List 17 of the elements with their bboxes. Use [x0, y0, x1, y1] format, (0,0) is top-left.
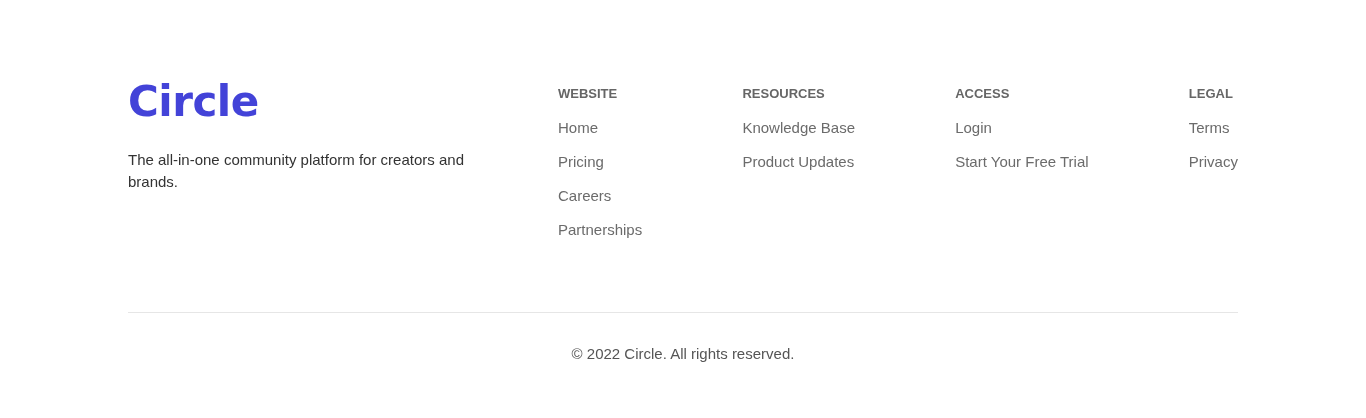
footer-link[interactable]: Product Updates	[742, 153, 855, 171]
copyright: © 2022 Circle. All rights reserved.	[570, 345, 796, 362]
tagline: The all-in-one community platform for creators and brands.	[128, 150, 465, 192]
column-heading: RESOURCES	[742, 86, 825, 102]
footer-link[interactable]: Terms	[1188, 119, 1230, 137]
footer-link[interactable]: Home	[558, 119, 598, 137]
footer-link[interactable]: Partnerships	[558, 221, 643, 239]
column-heading: ACCESS	[955, 86, 1010, 102]
column-heading: WEBSITE	[558, 86, 618, 102]
footer-link[interactable]: Privacy	[1188, 153, 1238, 171]
logo[interactable]: Circle	[128, 78, 259, 126]
footer-link[interactable]: Careers	[558, 187, 612, 205]
column-heading: LEGAL	[1188, 86, 1233, 102]
footer-link[interactable]: Login	[955, 119, 992, 137]
footer-link[interactable]: Knowledge Base	[742, 119, 855, 137]
footer-link[interactable]: Pricing	[558, 153, 604, 171]
footer-link[interactable]: Start Your Free Trial	[955, 153, 1089, 171]
